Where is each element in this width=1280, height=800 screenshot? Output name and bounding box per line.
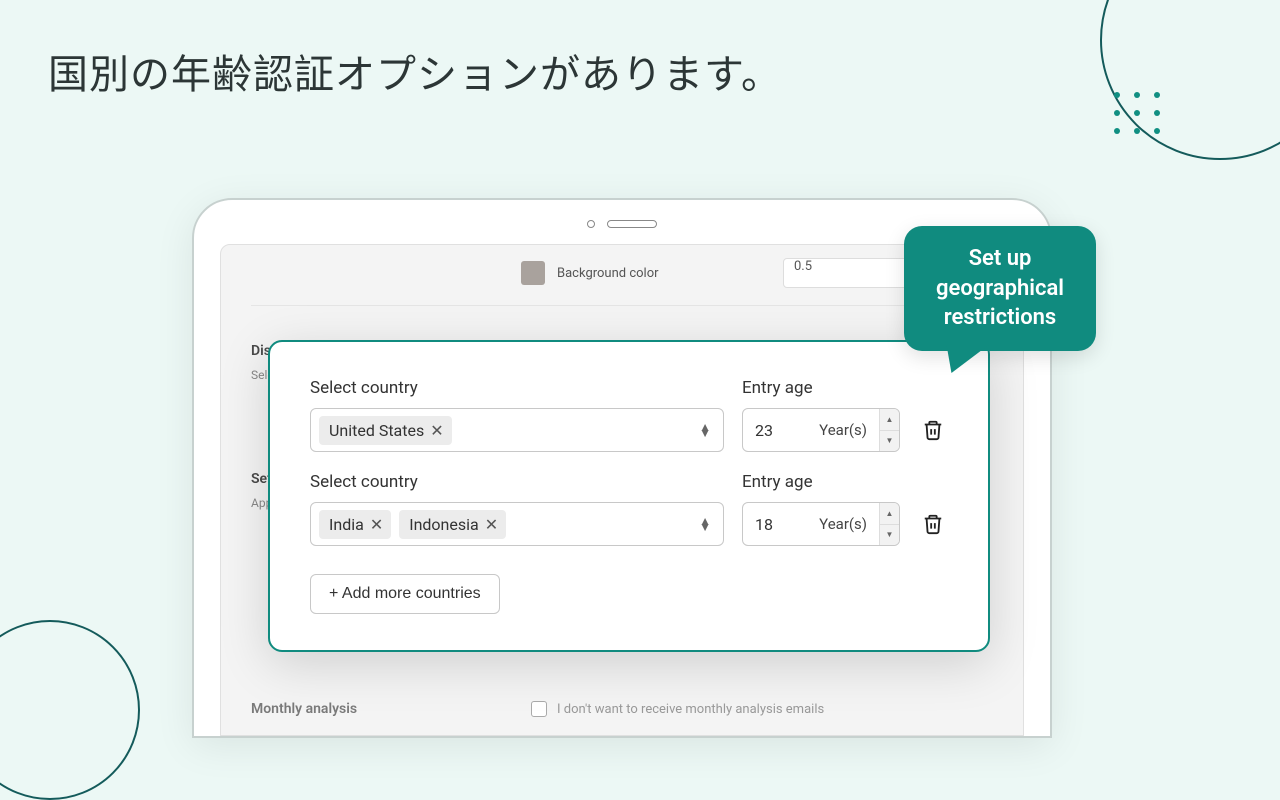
monthly-analysis-row: Monthly analysis I don't want to receive… — [251, 689, 993, 729]
chevron-sort-icon: ▲▼ — [699, 518, 711, 530]
decorative-circle — [0, 620, 140, 800]
trash-icon — [922, 513, 944, 535]
age-value: 18 — [755, 515, 773, 534]
age-decrement-button[interactable]: ▼ — [880, 431, 899, 452]
monthly-checkbox[interactable] — [531, 701, 547, 717]
country-age-row: Select country United States ✕ ▲▼ Entry … — [310, 378, 948, 452]
background-color-label: Background color — [557, 266, 771, 281]
add-more-countries-button[interactable]: + Add more countries — [310, 574, 500, 614]
country-select[interactable]: United States ✕ ▲▼ — [310, 408, 724, 452]
decorative-dots — [1114, 92, 1162, 134]
monthly-text: I don't want to receive monthly analysis… — [557, 702, 824, 717]
age-stepper: ▲ ▼ — [879, 503, 899, 545]
country-select[interactable]: India ✕ Indonesia ✕ ▲▼ — [310, 502, 724, 546]
entry-age-input[interactable]: 18 Year(s) ▲ ▼ — [742, 502, 900, 546]
country-age-row: Select country India ✕ Indonesia ✕ ▲▼ En… — [310, 472, 948, 546]
remove-chip-icon[interactable]: ✕ — [485, 515, 498, 534]
decorative-circle — [1100, 0, 1280, 160]
page-title: 国別の年齢認証オプションがあります。 — [48, 42, 782, 100]
age-unit: Year(s) — [819, 421, 867, 439]
remove-chip-icon[interactable]: ✕ — [430, 421, 443, 440]
monthly-label: Monthly analysis — [251, 701, 531, 717]
select-country-label: Select country — [310, 378, 724, 398]
callout-bubble: Set up geographical restrictions — [904, 226, 1096, 351]
age-increment-button[interactable]: ▲ — [880, 503, 899, 525]
entry-age-input[interactable]: 23 Year(s) ▲ ▼ — [742, 408, 900, 452]
trash-icon — [922, 419, 944, 441]
country-chip: India ✕ — [319, 510, 391, 539]
delete-row-button[interactable] — [918, 502, 948, 546]
delete-row-button[interactable] — [918, 408, 948, 452]
remove-chip-icon[interactable]: ✕ — [370, 515, 383, 534]
age-increment-button[interactable]: ▲ — [880, 409, 899, 431]
chevron-sort-icon: ▲▼ — [699, 424, 711, 436]
age-decrement-button[interactable]: ▼ — [880, 525, 899, 546]
select-country-label: Select country — [310, 472, 724, 492]
color-swatch[interactable] — [521, 261, 545, 285]
age-value: 23 — [755, 421, 773, 440]
country-chip: Indonesia ✕ — [399, 510, 506, 539]
age-stepper: ▲ ▼ — [879, 409, 899, 451]
country-chip: United States ✕ — [319, 416, 452, 445]
entry-age-label: Entry age — [742, 472, 900, 492]
entry-age-label: Entry age — [742, 378, 900, 398]
geo-restrictions-modal: Select country United States ✕ ▲▼ Entry … — [268, 340, 990, 652]
divider — [251, 305, 993, 306]
chip-label: United States — [329, 421, 424, 440]
device-notch — [587, 220, 657, 228]
age-unit: Year(s) — [819, 515, 867, 533]
chip-label: Indonesia — [409, 515, 479, 534]
chip-label: India — [329, 515, 364, 534]
